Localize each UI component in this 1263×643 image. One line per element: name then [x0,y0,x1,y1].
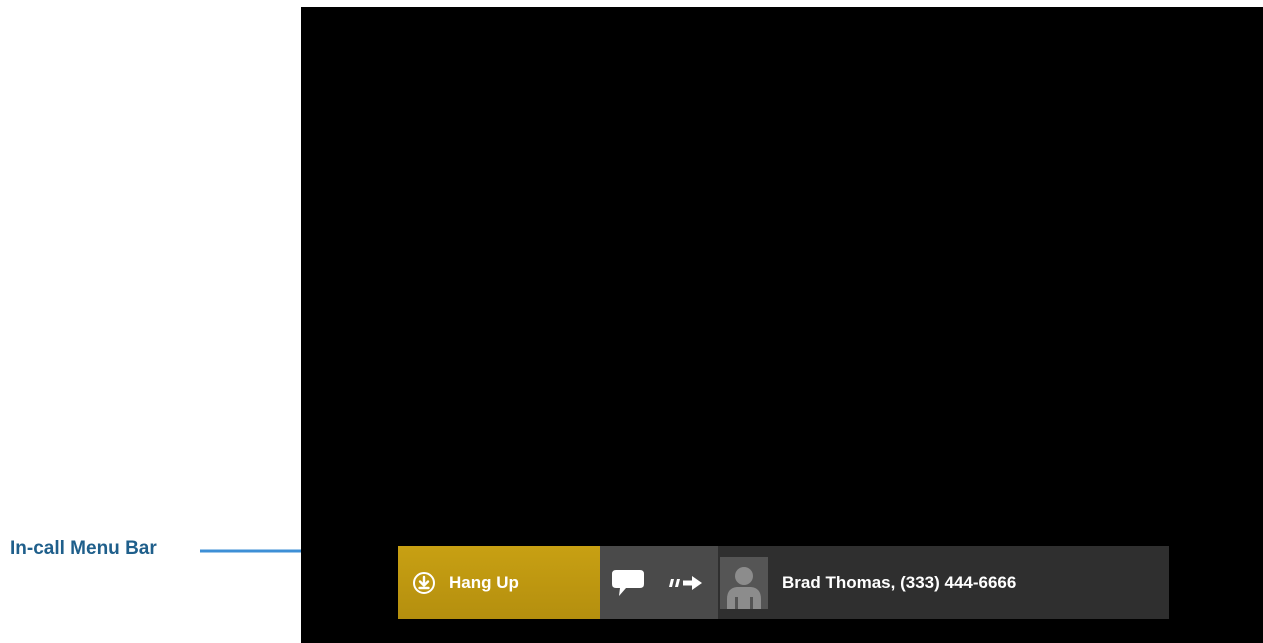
hang-up-label: Hang Up [449,572,519,592]
contact-info: Brad Thomas, (333) 444-6666 [718,546,1169,619]
person-silhouette-icon [727,566,761,609]
hang-up-button[interactable]: Hang Up [398,546,600,619]
in-call-menu-bar: Hang Up Brad Thomas, (333) 444-6666 [398,546,1169,619]
contact-name-number: Brad Thomas, (333) 444-6666 [782,572,1017,592]
chat-button[interactable] [610,567,646,599]
call-tools-group [600,546,718,619]
hang-up-icon [413,571,435,594]
avatar [720,556,768,609]
transfer-arrow-icon [669,575,702,590]
transfer-button[interactable] [668,573,704,593]
callout-label: In-call Menu Bar [10,538,157,559]
chat-bubble-icon [612,569,644,596]
